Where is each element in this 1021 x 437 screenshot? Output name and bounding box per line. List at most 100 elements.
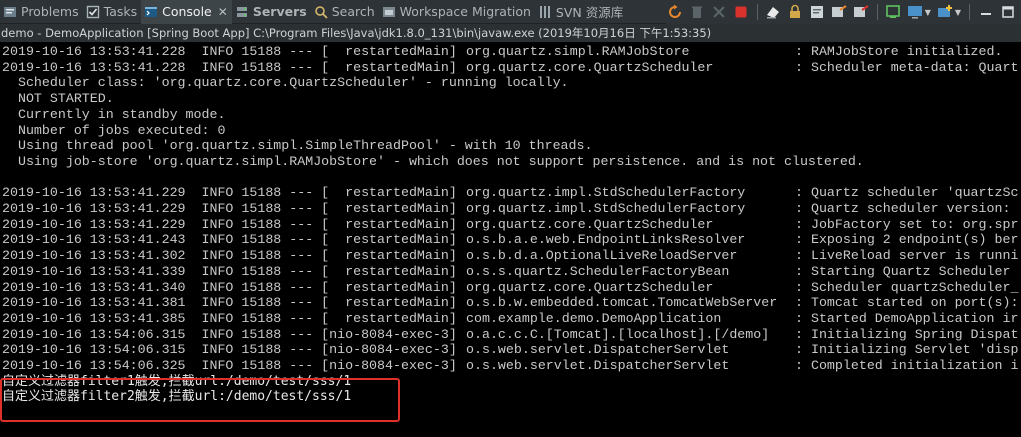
console-line: 2019-10-16 13:54:06.315 INFO 15188 --- [… <box>2 327 1021 343</box>
log-message: : Quartz scheduler version: <box>795 201 1011 216</box>
maximize-icon[interactable] <box>998 3 1017 22</box>
servers-icon <box>235 5 249 19</box>
log-logger: org.quartz.impl.StdSchedulerFactory <box>466 185 746 201</box>
log-logger: org.quartz.core.QuartzScheduler <box>466 279 714 295</box>
minimize-icon[interactable] <box>976 3 995 22</box>
word-wrap-icon[interactable] <box>808 3 827 22</box>
console-toolbar: ▼ ▼ <box>665 0 1021 24</box>
log-prefix: Using job-store 'org.quartz.simpl.RAMJob… <box>2 153 864 169</box>
console-line: 2019-10-16 13:53:41.302 INFO 15188 --- [… <box>2 248 1021 264</box>
scroll-lock-icon[interactable] <box>786 3 805 22</box>
remove-launch-icon[interactable] <box>688 3 707 22</box>
log-logger: org.quartz.core.QuartzScheduler <box>466 216 714 232</box>
console-line: Using thread pool 'org.quartz.simpl.Simp… <box>2 138 1021 154</box>
log-logger: o.s.web.servlet.DispatcherServlet <box>466 342 730 358</box>
tab-workspace-migration[interactable]: Workspace Migration <box>379 0 535 24</box>
console-line: 2019-10-16 13:53:41.229 INFO 15188 --- [… <box>2 217 1021 233</box>
log-prefix: 2019-10-16 13:53:41.228 INFO 15188 --- [… <box>2 59 457 75</box>
problems-icon <box>3 5 17 19</box>
log-prefix: 2019-10-16 13:53:41.243 INFO 15188 --- [… <box>2 232 457 248</box>
tab-label: Tasks <box>103 4 138 19</box>
console-line: Scheduler class: 'org.quartz.core.Quartz… <box>2 75 1021 91</box>
close-icon[interactable]: ✕ <box>218 5 228 19</box>
tab-problems[interactable]: Problems <box>0 0 83 24</box>
tab-svn-repository[interactable]: SVN 资源库 <box>535 0 627 24</box>
terminate-icon[interactable] <box>732 3 751 22</box>
log-prefix: Number of jobs executed: 0 <box>2 122 226 138</box>
show-console-stdout-icon[interactable] <box>830 3 849 22</box>
console-icon <box>144 5 158 19</box>
refresh-icon[interactable] <box>666 3 685 22</box>
tab-console[interactable]: Console ✕ <box>141 0 232 24</box>
log-logger: org.quartz.simpl.RAMJobStore <box>466 44 690 59</box>
log-message: : Scheduler meta-data: Quart <box>795 59 1019 75</box>
chevron-down-icon[interactable]: ▼ <box>955 8 961 17</box>
log-message: : Initializing Spring Dispat <box>795 326 1019 342</box>
log-prefix: 2019-10-16 13:54:06.315 INFO 15188 --- [… <box>2 342 457 358</box>
tab-search[interactable]: Search <box>311 0 379 24</box>
tasks-icon <box>86 5 100 19</box>
console-line: 2019-10-16 13:54:06.315 INFO 15188 --- [… <box>2 342 1021 358</box>
log-prefix: 2019-10-16 13:53:41.381 INFO 15188 --- [… <box>2 295 457 311</box>
log-message: : LiveReload server is runni <box>795 248 1019 264</box>
chevron-down-icon[interactable]: ▼ <box>925 8 931 17</box>
console-line: 2019-10-16 13:53:41.340 INFO 15188 --- [… <box>2 280 1021 296</box>
pin-console-icon[interactable] <box>884 3 903 22</box>
console-line: NOT STARTED. <box>2 91 1021 107</box>
console-line: 2019-10-16 13:53:41.229 INFO 15188 --- [… <box>2 185 1021 201</box>
highlight-box <box>0 378 400 422</box>
toolbar-divider <box>969 4 970 20</box>
log-prefix: NOT STARTED. <box>2 91 114 107</box>
log-message: : JobFactory set to: org.spr <box>795 216 1019 232</box>
clear-console-icon[interactable] <box>764 3 783 22</box>
log-prefix: 2019-10-16 13:53:41.340 INFO 15188 --- [… <box>2 279 457 295</box>
log-logger: o.s.s.quartz.SchedulerFactoryBean <box>466 263 730 279</box>
log-prefix: 2019-10-16 13:54:06.325 INFO 15188 --- [… <box>2 358 457 373</box>
log-message: : RAMJobStore initialized. <box>795 44 1003 59</box>
log-prefix: 2019-10-16 13:53:41.302 INFO 15188 --- [… <box>2 248 457 264</box>
log-prefix: 2019-10-16 13:53:41.385 INFO 15188 --- [… <box>2 310 457 326</box>
log-prefix: 2019-10-16 13:53:41.229 INFO 15188 --- [… <box>2 185 457 201</box>
tab-label: SVN 资源库 <box>555 5 624 20</box>
log-logger: o.s.b.w.embedded.tomcat.TomcatWebServer <box>466 295 778 311</box>
log-logger: o.s.web.servlet.DispatcherServlet <box>466 358 730 373</box>
log-logger: o.a.c.c.C.[Tomcat].[localhost].[/demo] <box>466 326 770 342</box>
log-message: : Completed initialization i <box>795 358 1019 373</box>
log-logger: o.s.b.d.a.OptionalLiveReloadServer <box>466 248 738 264</box>
console-line: Number of jobs executed: 0 <box>2 123 1021 139</box>
display-selected-console-icon[interactable] <box>906 3 925 22</box>
log-prefix: 2019-10-16 13:53:41.339 INFO 15188 --- [… <box>2 263 457 279</box>
log-logger: org.quartz.impl.StdSchedulerFactory <box>466 201 746 216</box>
remove-all-terminated-icon[interactable] <box>710 3 729 22</box>
console-line: Currently in standby mode. <box>2 107 1021 123</box>
show-console-stderr-icon[interactable] <box>852 3 871 22</box>
log-logger: o.s.b.a.e.web.EndpointLinksResolver <box>466 232 746 248</box>
log-prefix: Scheduler class: 'org.quartz.core.Quartz… <box>2 75 569 91</box>
console-line: 2019-10-16 13:54:06.325 INFO 15188 --- [… <box>2 358 1021 374</box>
console-output[interactable]: 2019-10-16 13:53:41.228 INFO 15188 --- [… <box>0 42 1021 437</box>
log-message: : Started DemoApplication ir <box>795 310 1019 326</box>
console-line: 2019-10-16 13:53:41.243 INFO 15188 --- [… <box>2 232 1021 248</box>
console-line: Using job-store 'org.quartz.simpl.RAMJob… <box>2 154 1021 170</box>
log-message: : Scheduler quartzScheduler_ <box>795 279 1019 295</box>
toolbar-divider <box>756 4 758 20</box>
tab-servers[interactable]: Servers <box>232 0 311 24</box>
tab-label: Search <box>331 4 375 19</box>
log-message: : Starting Quartz Scheduler <box>795 263 1011 279</box>
tab-label: Workspace Migration <box>399 4 531 19</box>
tab-label: Servers <box>252 4 307 19</box>
tab-tasks[interactable]: Tasks <box>83 0 142 24</box>
log-logger: org.quartz.core.QuartzScheduler <box>466 59 714 75</box>
console-line: 2019-10-16 13:53:41.339 INFO 15188 --- [… <box>2 264 1021 280</box>
log-message: : Tomcat started on port(s): <box>795 295 1019 311</box>
log-prefix: 2019-10-16 13:54:06.315 INFO 15188 --- [… <box>2 326 457 342</box>
svn-repository-icon <box>538 5 552 19</box>
log-message: : Quartz scheduler 'quartzSc <box>795 185 1019 201</box>
log-message: : Initializing Servlet 'disp <box>795 342 1019 358</box>
open-console-icon[interactable] <box>936 3 955 22</box>
log-message: : Exposing 2 endpoint(s) ber <box>795 232 1019 248</box>
console-line: 2019-10-16 13:53:41.228 INFO 15188 --- [… <box>2 44 1021 60</box>
console-line: 2019-10-16 13:53:41.381 INFO 15188 --- [… <box>2 295 1021 311</box>
toolbar-divider <box>876 4 878 20</box>
